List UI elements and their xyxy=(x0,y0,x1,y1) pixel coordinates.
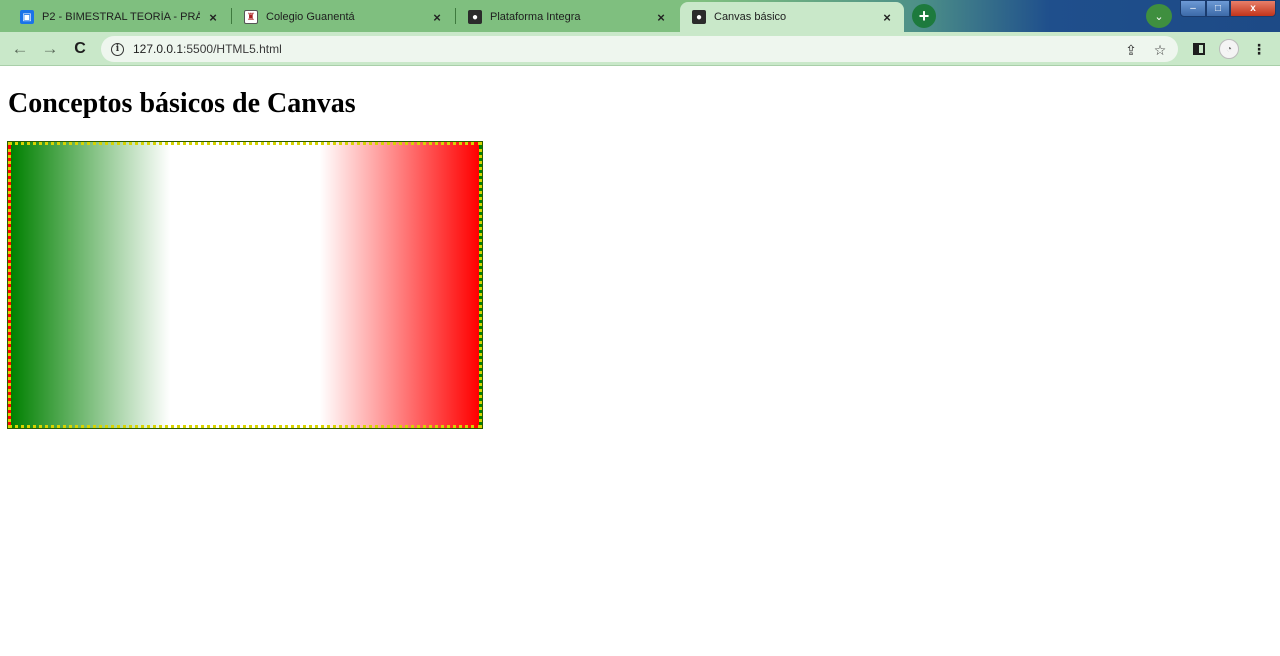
tab-title: Colegio Guanentá xyxy=(266,11,355,23)
globe-icon: ● xyxy=(692,10,706,24)
tab-title: Plataforma Integra xyxy=(490,11,581,23)
tab-strip: ▣ P2 - BIMESTRAL TEORÍA - PRÁCTICA × ♜ C… xyxy=(0,0,1280,32)
side-panel-icon[interactable] xyxy=(1189,39,1209,59)
profile-avatar-icon[interactable]: ◔ xyxy=(1219,39,1239,59)
window-controls: – □ x xyxy=(1180,0,1276,18)
gradient-canvas xyxy=(7,141,483,429)
bookmark-star-icon[interactable]: ☆ xyxy=(1151,41,1169,59)
page-content: Conceptos básicos de Canvas xyxy=(0,67,1280,656)
tab-bimestral[interactable]: ▣ P2 - BIMESTRAL TEORÍA - PRÁCTICA × xyxy=(8,2,230,32)
tab-canvas-basico[interactable]: ● Canvas básico × xyxy=(680,2,904,32)
url-path: :5500/HTML5.html xyxy=(183,42,282,56)
back-arrow-icon[interactable]: ← xyxy=(9,38,31,60)
close-tab-icon[interactable]: × xyxy=(206,10,220,25)
chevron-down-icon[interactable]: ⌄ xyxy=(1146,4,1172,28)
tab-plataforma[interactable]: ● Plataforma Integra × xyxy=(456,2,678,32)
page-title: Conceptos básicos de Canvas xyxy=(8,88,356,119)
menu-kebab-icon[interactable]: ⋮ xyxy=(1249,39,1269,59)
close-tab-icon[interactable]: × xyxy=(654,10,668,25)
classroom-icon: ▣ xyxy=(20,10,34,24)
school-crest-icon: ♜ xyxy=(244,10,258,24)
url-text: 127.0.0.1:5500/HTML5.html xyxy=(133,42,282,56)
info-icon[interactable]: i xyxy=(111,42,124,56)
forward-arrow-icon[interactable]: → xyxy=(39,38,61,60)
share-icon[interactable]: ⇪ xyxy=(1122,41,1140,59)
reload-icon[interactable]: C xyxy=(69,38,91,60)
new-tab-button[interactable]: + xyxy=(912,4,936,28)
close-window-button[interactable]: x xyxy=(1230,0,1276,17)
close-tab-icon[interactable]: × xyxy=(880,10,894,25)
address-bar[interactable]: i 127.0.0.1:5500/HTML5.html ⇪ ☆ xyxy=(101,36,1178,62)
globe-icon: ● xyxy=(468,10,482,24)
tab-title: Canvas básico xyxy=(714,11,787,23)
tab-colegio[interactable]: ♜ Colegio Guanentá × xyxy=(232,2,454,32)
close-tab-icon[interactable]: × xyxy=(430,10,444,25)
browser-toolbar: ← → C i 127.0.0.1:5500/HTML5.html ⇪ ☆ ◔ … xyxy=(0,32,1280,66)
minimize-button[interactable]: – xyxy=(1180,0,1206,17)
tab-title: P2 - BIMESTRAL TEORÍA - PRÁCTICA xyxy=(42,11,200,23)
url-host: 127.0.0.1 xyxy=(133,42,184,56)
maximize-button[interactable]: □ xyxy=(1206,0,1230,17)
